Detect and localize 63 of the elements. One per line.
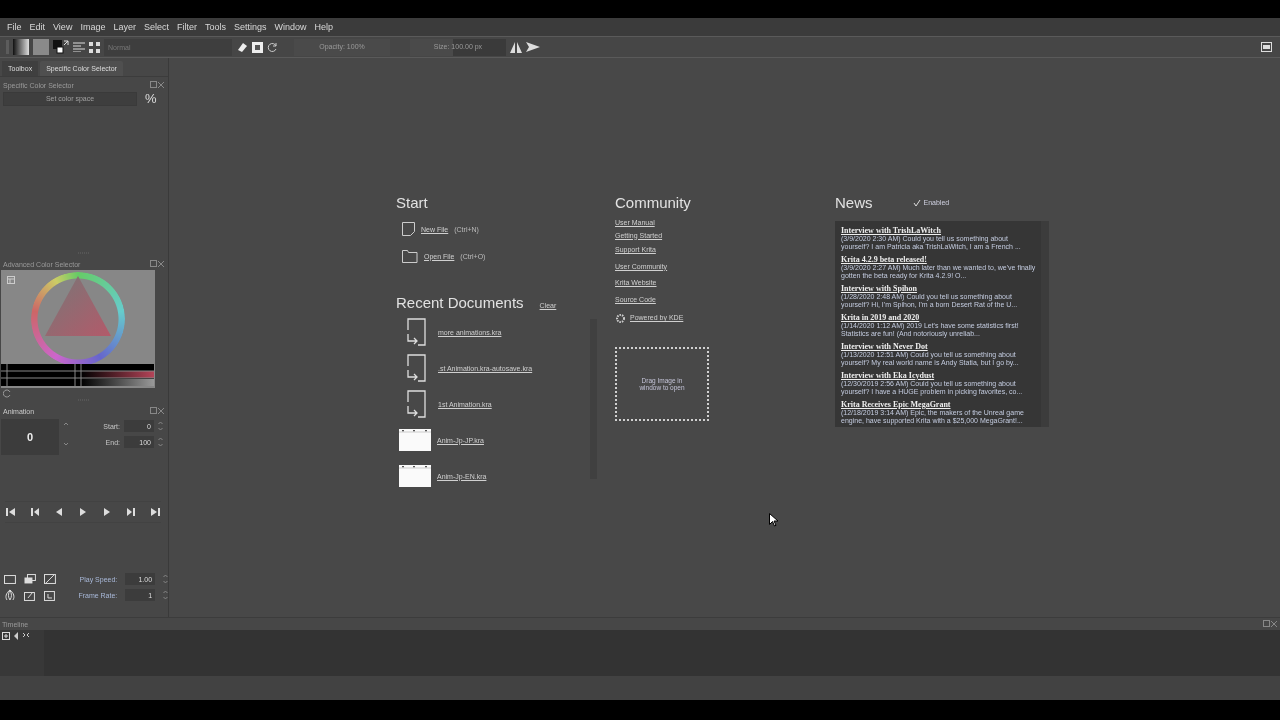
onion-skin-icon[interactable] bbox=[4, 589, 16, 601]
color-swap-icon[interactable] bbox=[53, 39, 69, 55]
eraser-icon[interactable] bbox=[236, 42, 248, 52]
loop-icon[interactable] bbox=[43, 589, 56, 601]
menu-item[interactable]: Layer bbox=[109, 22, 140, 32]
checkbox[interactable] bbox=[912, 198, 921, 207]
dock-controls-icon[interactable] bbox=[150, 407, 165, 415]
align-icon[interactable] bbox=[73, 42, 85, 52]
skip-start-icon[interactable] bbox=[5, 506, 17, 518]
section-heading: Community bbox=[615, 194, 692, 211]
news-title-link[interactable]: Interview with Eka Icydust bbox=[841, 371, 1039, 380]
section-heading: Recent Documents bbox=[396, 294, 524, 311]
slider-fill[interactable] bbox=[410, 38, 454, 56]
mirror-icon[interactable] bbox=[510, 41, 522, 53]
frame-icon[interactable] bbox=[4, 574, 16, 584]
gear-icon[interactable] bbox=[615, 312, 626, 324]
add-layer-icon[interactable] bbox=[2, 632, 10, 640]
audio-icon[interactable] bbox=[13, 632, 19, 640]
menu-item[interactable]: Tools bbox=[200, 22, 230, 32]
gradient-swatch[interactable] bbox=[13, 39, 29, 55]
skip-end-icon[interactable] bbox=[149, 506, 161, 518]
current-frame-field[interactable]: 0 bbox=[1, 419, 59, 455]
document-thumbnail[interactable] bbox=[399, 465, 431, 487]
previous-keyframe-icon[interactable] bbox=[29, 506, 41, 518]
reset-icon[interactable] bbox=[3, 389, 12, 398]
document-thumbnail[interactable] bbox=[399, 429, 431, 451]
checker-icon[interactable] bbox=[252, 41, 263, 53]
zoom-icon[interactable] bbox=[22, 632, 30, 638]
news-title-link[interactable]: Interview with TrishLaWitch bbox=[841, 226, 1039, 235]
menu-item[interactable]: Settings bbox=[229, 22, 271, 32]
next-keyframe-icon[interactable] bbox=[125, 506, 137, 518]
menu-item[interactable]: Help bbox=[310, 22, 337, 32]
menu-item[interactable]: Image bbox=[76, 22, 110, 32]
menu-item[interactable]: View bbox=[49, 22, 77, 32]
menu-item[interactable]: Filter bbox=[172, 22, 201, 32]
section-heading: Start bbox=[396, 194, 429, 211]
dock-controls-icon[interactable] bbox=[1263, 620, 1278, 628]
news-title-link[interactable]: Krita 4.2.9 beta released! bbox=[841, 255, 1039, 264]
menu-item[interactable]: Select bbox=[139, 22, 173, 32]
send-icon[interactable] bbox=[526, 41, 540, 53]
percent-button[interactable]: % bbox=[143, 91, 159, 106]
drop-frame-icon[interactable] bbox=[23, 589, 36, 601]
dock-controls-icon[interactable] bbox=[150, 81, 165, 89]
cursor-icon bbox=[769, 513, 778, 527]
layers-icon[interactable] bbox=[23, 574, 36, 584]
news-title-link[interactable]: Krita in 2019 and 2020 bbox=[841, 313, 1039, 322]
refresh-icon[interactable] bbox=[267, 41, 278, 53]
news-title-link[interactable]: Interview with Spihon bbox=[841, 284, 1039, 293]
section-heading: News bbox=[835, 194, 873, 211]
new-document-icon[interactable] bbox=[402, 222, 415, 236]
folder-icon[interactable] bbox=[402, 249, 418, 263]
color-triangle[interactable] bbox=[45, 276, 111, 336]
color-sliders-drawing[interactable] bbox=[1, 364, 154, 386]
menu-item[interactable]: File bbox=[3, 22, 26, 32]
menu-item[interactable]: Window bbox=[270, 22, 311, 32]
menu-item[interactable]: Edit bbox=[25, 22, 50, 32]
pattern-swatch[interactable] bbox=[33, 39, 49, 55]
news-title-link[interactable]: Interview with Never Dot bbox=[841, 342, 1039, 351]
window-icon[interactable] bbox=[1261, 42, 1272, 52]
news-title-link[interactable]: Krita Receives Epic MegaGrant bbox=[841, 400, 1039, 409]
grid-icon[interactable] bbox=[89, 41, 100, 53]
dock-controls-icon[interactable] bbox=[150, 260, 165, 268]
no-onion-icon[interactable] bbox=[43, 574, 56, 584]
